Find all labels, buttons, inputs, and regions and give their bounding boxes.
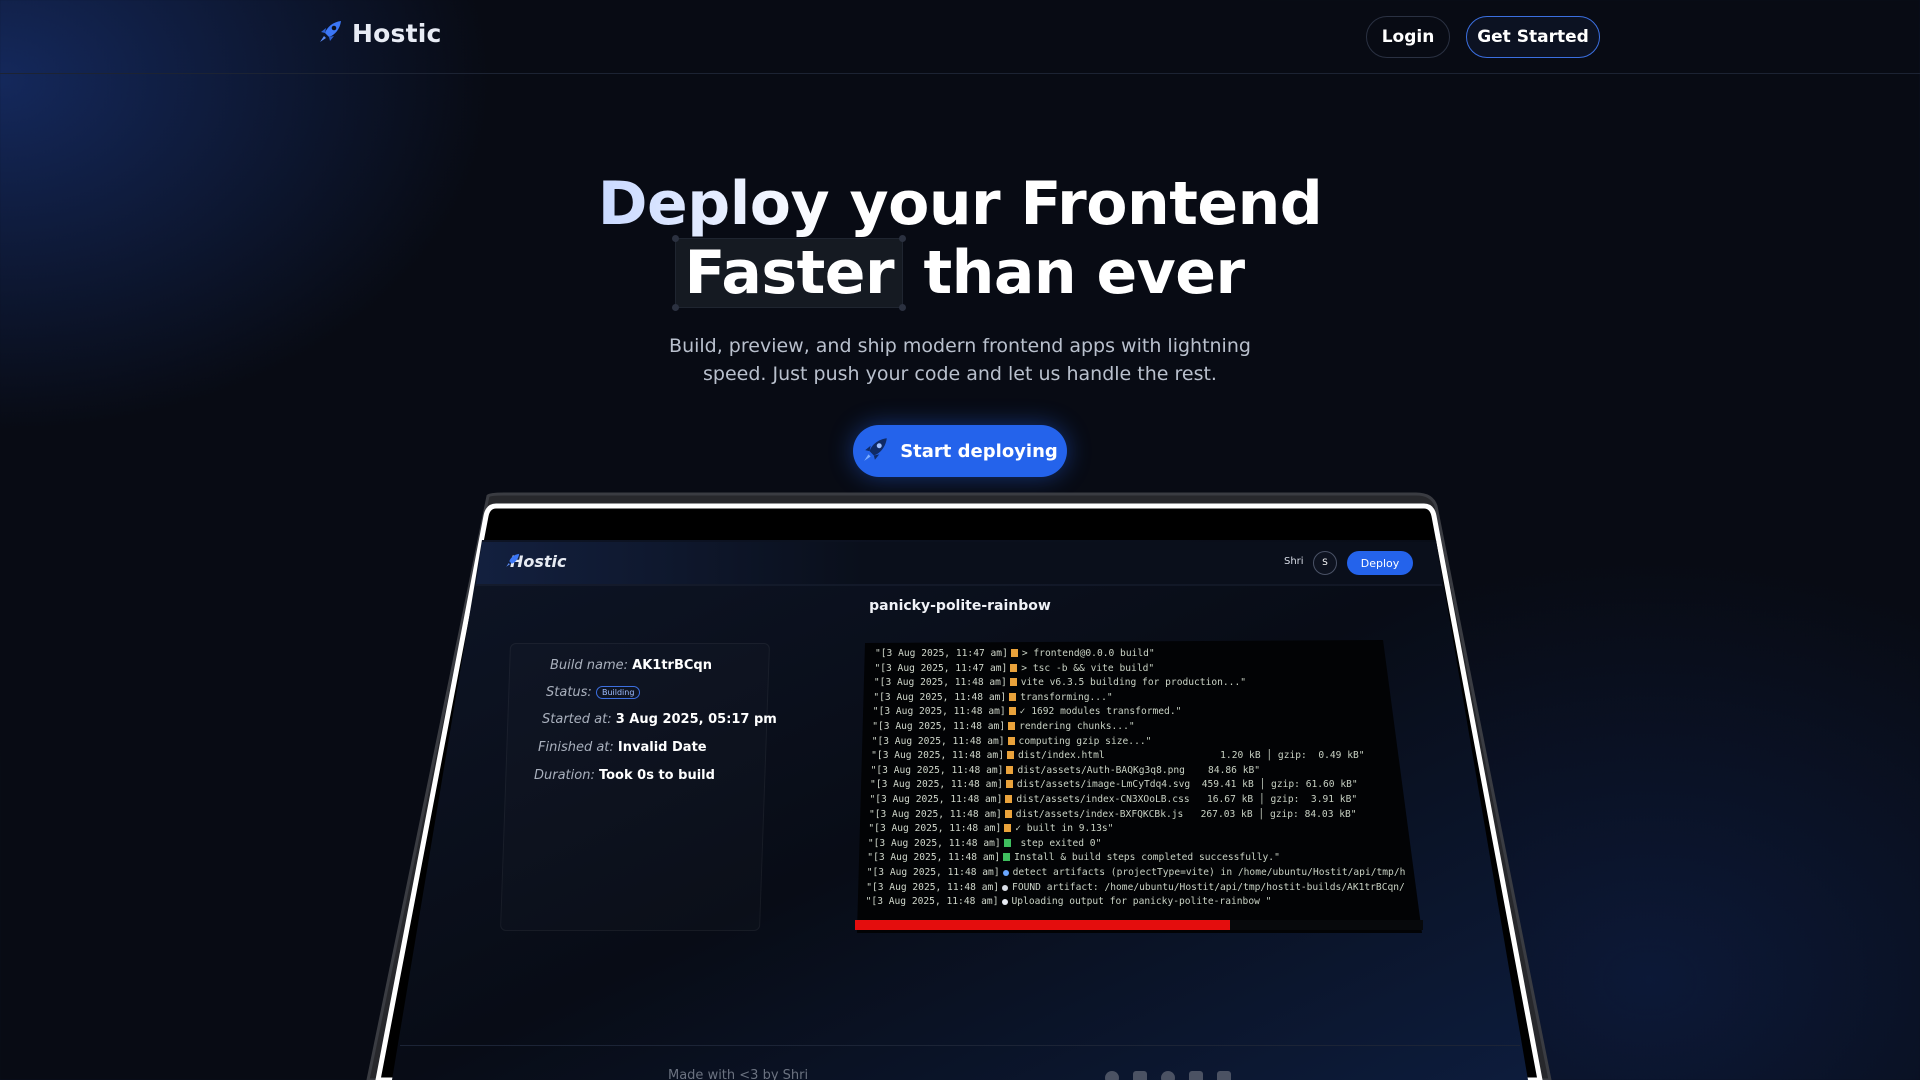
log-status-icon bbox=[1008, 722, 1016, 730]
build-started-row: Started at: 3 Aug 2025, 05:17 pm bbox=[542, 712, 777, 727]
linkedin-icon bbox=[1133, 1071, 1147, 1080]
build-status-row: Status: Building bbox=[546, 685, 641, 700]
log-status-icon bbox=[1004, 809, 1012, 818]
build-progress-fill bbox=[855, 920, 1230, 930]
log-line: "[3 Aug 2025, 11:48 am] Uploading output … bbox=[865, 896, 1272, 908]
log-status-icon bbox=[1007, 736, 1015, 745]
instagram-icon bbox=[1217, 1071, 1231, 1080]
mockup-user-name: Shri bbox=[1284, 556, 1304, 567]
x-icon bbox=[1189, 1071, 1203, 1080]
log-line: "[3 Aug 2025, 11:48 am] rendering chunks.… bbox=[872, 721, 1135, 732]
log-line: "[3 Aug 2025, 11:48 am] dist/assets/Auth-… bbox=[870, 764, 1261, 776]
log-status-icon bbox=[1005, 780, 1013, 789]
build-log-lines: "[3 Aug 2025, 11:47 am] > frontend@0.0.0 … bbox=[857, 640, 1422, 933]
log-line: "[3 Aug 2025, 11:48 am] transforming..." bbox=[873, 691, 1113, 703]
build-progress-bar bbox=[855, 920, 1423, 930]
log-line: "[3 Aug 2025, 11:48 am] dist/index.html 1… bbox=[871, 750, 1365, 762]
github-icon bbox=[1105, 1071, 1119, 1080]
log-status-icon bbox=[1001, 899, 1008, 906]
log-line: "[3 Aug 2025, 11:48 am] detect artifacts … bbox=[866, 867, 1406, 878]
log-line: "[3 Aug 2025, 11:48 am] ✓ built in 9.13s" bbox=[868, 823, 1114, 835]
log-line: "[3 Aug 2025, 11:48 am] vite v6.3.5 build… bbox=[873, 677, 1247, 689]
mockup-brand: Hostic bbox=[505, 552, 567, 571]
log-status-icon bbox=[1005, 795, 1013, 803]
log-status-icon bbox=[1002, 870, 1009, 876]
log-status-icon bbox=[1010, 649, 1018, 657]
log-line: "[3 Aug 2025, 11:48 am] step exited 0" bbox=[867, 837, 1102, 849]
log-status-icon bbox=[1010, 663, 1018, 672]
mockup-avatar: S bbox=[1313, 551, 1337, 575]
log-status-icon bbox=[1004, 824, 1012, 833]
mockup-screen: Hostic Shri S Deploy panicky-polite-rain… bbox=[0, 0, 1920, 1080]
log-line: "[3 Aug 2025, 11:48 am] dist/assets/index… bbox=[869, 794, 1358, 805]
build-log-terminal: "[3 Aug 2025, 11:47 am] > frontend@0.0.0 … bbox=[857, 640, 1422, 933]
log-status-icon bbox=[1007, 751, 1014, 760]
mockup-deploy-button: Deploy bbox=[1347, 551, 1413, 575]
log-status-icon bbox=[1009, 678, 1017, 687]
log-line: "[3 Aug 2025, 11:48 am] ✓ 1692 modules tr… bbox=[872, 706, 1182, 718]
log-status-icon bbox=[1008, 707, 1016, 716]
log-line: "[3 Aug 2025, 11:48 am] dist/assets/image… bbox=[870, 779, 1358, 791]
status-badge: Building bbox=[595, 686, 641, 699]
log-line: "[3 Aug 2025, 11:47 am] > frontend@0.0.0 … bbox=[875, 648, 1155, 659]
log-status-icon bbox=[1003, 838, 1011, 847]
mockup-footer-divider bbox=[400, 1045, 1520, 1046]
globe-icon bbox=[1161, 1071, 1175, 1080]
log-status-icon bbox=[1009, 692, 1017, 701]
log-line: "[3 Aug 2025, 11:48 am] computing gzip si… bbox=[871, 735, 1152, 747]
log-line: "[3 Aug 2025, 11:48 am] FOUND artifact: /… bbox=[866, 881, 1405, 893]
build-finished-row: Finished at: Invalid Date bbox=[538, 740, 707, 755]
device-mockup: Hostic Shri S Deploy panicky-polite-rain… bbox=[0, 0, 1920, 1080]
build-duration-row: Duration: Took 0s to build bbox=[534, 768, 715, 783]
mockup-footer-social-icons bbox=[1105, 1071, 1231, 1080]
mockup-footer-text: Made with <3 by Shri bbox=[668, 1068, 809, 1080]
mockup-project-name: panicky-polite-rainbow bbox=[869, 598, 1051, 614]
log-status-icon bbox=[1002, 884, 1009, 891]
log-line: "[3 Aug 2025, 11:48 am] dist/assets/index… bbox=[868, 808, 1357, 820]
log-status-icon bbox=[1003, 853, 1011, 862]
log-status-icon bbox=[1006, 765, 1014, 774]
build-name-row: Build name: AK1trBCqn bbox=[550, 658, 712, 673]
log-line: "[3 Aug 2025, 11:47 am] > tsc -b && vite … bbox=[874, 662, 1155, 674]
log-line: "[3 Aug 2025, 11:48 am] Install & build s… bbox=[867, 852, 1280, 864]
